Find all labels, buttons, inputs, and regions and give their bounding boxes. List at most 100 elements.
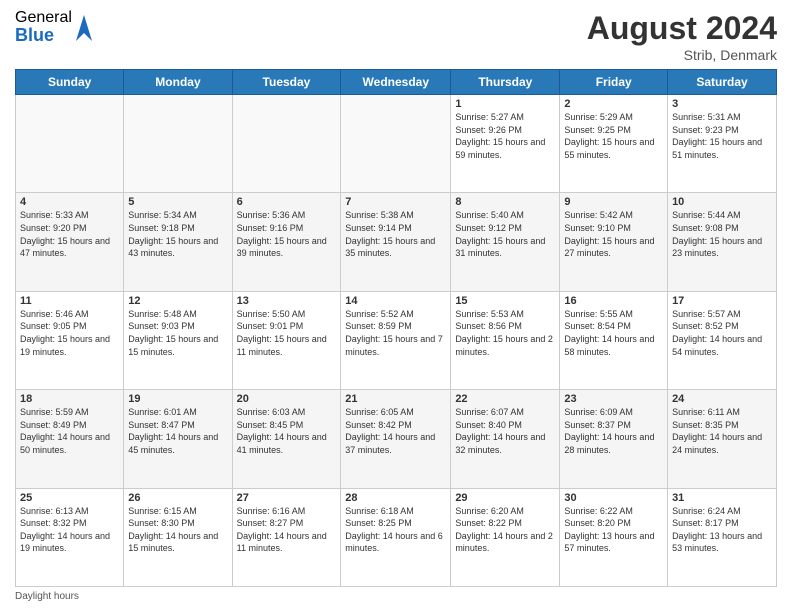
calendar-table: SundayMondayTuesdayWednesdayThursdayFrid… xyxy=(15,69,777,587)
day-info: Sunrise: 5:33 AM Sunset: 9:20 PM Dayligh… xyxy=(20,209,119,259)
logo-blue: Blue xyxy=(15,26,72,44)
day-number: 4 xyxy=(20,196,119,208)
calendar-day-cell: 27Sunrise: 6:16 AM Sunset: 8:27 PM Dayli… xyxy=(232,488,341,586)
calendar-day-cell: 9Sunrise: 5:42 AM Sunset: 9:10 PM Daylig… xyxy=(560,193,668,291)
day-info: Sunrise: 6:03 AM Sunset: 8:45 PM Dayligh… xyxy=(237,406,337,456)
day-info: Sunrise: 5:40 AM Sunset: 9:12 PM Dayligh… xyxy=(455,209,555,259)
day-info: Sunrise: 6:11 AM Sunset: 8:35 PM Dayligh… xyxy=(672,406,772,456)
day-header-thursday: Thursday xyxy=(451,70,560,95)
calendar-day-cell: 17Sunrise: 5:57 AM Sunset: 8:52 PM Dayli… xyxy=(668,291,777,389)
day-info: Sunrise: 5:27 AM Sunset: 9:26 PM Dayligh… xyxy=(455,111,555,161)
month-year: August 2024 xyxy=(587,10,777,47)
calendar-day-cell: 3Sunrise: 5:31 AM Sunset: 9:23 PM Daylig… xyxy=(668,95,777,193)
day-number: 8 xyxy=(455,196,555,208)
title-section: August 2024 Strib, Denmark xyxy=(587,10,777,63)
calendar-day-cell xyxy=(124,95,232,193)
day-info: Sunrise: 5:31 AM Sunset: 9:23 PM Dayligh… xyxy=(672,111,772,161)
logo-general: General xyxy=(15,10,72,26)
calendar-day-cell xyxy=(341,95,451,193)
day-info: Sunrise: 5:34 AM Sunset: 9:18 PM Dayligh… xyxy=(128,209,227,259)
calendar-day-cell: 23Sunrise: 6:09 AM Sunset: 8:37 PM Dayli… xyxy=(560,390,668,488)
calendar-day-cell: 1Sunrise: 5:27 AM Sunset: 9:26 PM Daylig… xyxy=(451,95,560,193)
daylight-hours-label: Daylight hours xyxy=(15,591,79,602)
calendar-day-cell: 12Sunrise: 5:48 AM Sunset: 9:03 PM Dayli… xyxy=(124,291,232,389)
calendar-day-cell: 31Sunrise: 6:24 AM Sunset: 8:17 PM Dayli… xyxy=(668,488,777,586)
day-header-tuesday: Tuesday xyxy=(232,70,341,95)
day-number: 11 xyxy=(20,295,119,307)
day-info: Sunrise: 5:42 AM Sunset: 9:10 PM Dayligh… xyxy=(564,209,663,259)
calendar-day-cell: 5Sunrise: 5:34 AM Sunset: 9:18 PM Daylig… xyxy=(124,193,232,291)
day-number: 15 xyxy=(455,295,555,307)
day-number: 6 xyxy=(237,196,337,208)
day-number: 10 xyxy=(672,196,772,208)
day-info: Sunrise: 6:05 AM Sunset: 8:42 PM Dayligh… xyxy=(345,406,446,456)
day-info: Sunrise: 6:24 AM Sunset: 8:17 PM Dayligh… xyxy=(672,505,772,555)
day-number: 2 xyxy=(564,98,663,110)
day-info: Sunrise: 6:01 AM Sunset: 8:47 PM Dayligh… xyxy=(128,406,227,456)
calendar-week-row: 11Sunrise: 5:46 AM Sunset: 9:05 PM Dayli… xyxy=(16,291,777,389)
calendar-week-row: 18Sunrise: 5:59 AM Sunset: 8:49 PM Dayli… xyxy=(16,390,777,488)
day-number: 21 xyxy=(345,393,446,405)
logo-icon xyxy=(74,13,94,41)
day-info: Sunrise: 6:09 AM Sunset: 8:37 PM Dayligh… xyxy=(564,406,663,456)
calendar-week-row: 1Sunrise: 5:27 AM Sunset: 9:26 PM Daylig… xyxy=(16,95,777,193)
calendar-day-cell: 16Sunrise: 5:55 AM Sunset: 8:54 PM Dayli… xyxy=(560,291,668,389)
day-number: 31 xyxy=(672,492,772,504)
day-info: Sunrise: 5:46 AM Sunset: 9:05 PM Dayligh… xyxy=(20,308,119,358)
day-header-friday: Friday xyxy=(560,70,668,95)
calendar-day-cell: 11Sunrise: 5:46 AM Sunset: 9:05 PM Dayli… xyxy=(16,291,124,389)
day-number: 29 xyxy=(455,492,555,504)
day-number: 7 xyxy=(345,196,446,208)
location: Strib, Denmark xyxy=(587,47,777,63)
day-number: 13 xyxy=(237,295,337,307)
calendar-day-cell: 2Sunrise: 5:29 AM Sunset: 9:25 PM Daylig… xyxy=(560,95,668,193)
day-info: Sunrise: 6:16 AM Sunset: 8:27 PM Dayligh… xyxy=(237,505,337,555)
day-number: 18 xyxy=(20,393,119,405)
day-info: Sunrise: 6:20 AM Sunset: 8:22 PM Dayligh… xyxy=(455,505,555,555)
day-info: Sunrise: 5:52 AM Sunset: 8:59 PM Dayligh… xyxy=(345,308,446,358)
logo: General Blue xyxy=(15,10,94,44)
page: General Blue August 2024 Strib, Denmark … xyxy=(0,0,792,612)
day-info: Sunrise: 5:38 AM Sunset: 9:14 PM Dayligh… xyxy=(345,209,446,259)
day-info: Sunrise: 5:53 AM Sunset: 8:56 PM Dayligh… xyxy=(455,308,555,358)
calendar-header-row: SundayMondayTuesdayWednesdayThursdayFrid… xyxy=(16,70,777,95)
calendar-day-cell: 21Sunrise: 6:05 AM Sunset: 8:42 PM Dayli… xyxy=(341,390,451,488)
day-header-monday: Monday xyxy=(124,70,232,95)
logo-text: General Blue xyxy=(15,10,72,44)
day-header-sunday: Sunday xyxy=(16,70,124,95)
calendar-day-cell: 8Sunrise: 5:40 AM Sunset: 9:12 PM Daylig… xyxy=(451,193,560,291)
calendar-day-cell xyxy=(16,95,124,193)
day-number: 28 xyxy=(345,492,446,504)
day-info: Sunrise: 6:07 AM Sunset: 8:40 PM Dayligh… xyxy=(455,406,555,456)
calendar-day-cell: 10Sunrise: 5:44 AM Sunset: 9:08 PM Dayli… xyxy=(668,193,777,291)
calendar-day-cell: 20Sunrise: 6:03 AM Sunset: 8:45 PM Dayli… xyxy=(232,390,341,488)
calendar-week-row: 4Sunrise: 5:33 AM Sunset: 9:20 PM Daylig… xyxy=(16,193,777,291)
footer: Daylight hours xyxy=(15,591,777,602)
calendar-day-cell: 13Sunrise: 5:50 AM Sunset: 9:01 PM Dayli… xyxy=(232,291,341,389)
day-number: 23 xyxy=(564,393,663,405)
day-info: Sunrise: 5:55 AM Sunset: 8:54 PM Dayligh… xyxy=(564,308,663,358)
day-info: Sunrise: 5:59 AM Sunset: 8:49 PM Dayligh… xyxy=(20,406,119,456)
day-number: 5 xyxy=(128,196,227,208)
header: General Blue August 2024 Strib, Denmark xyxy=(15,10,777,63)
calendar-day-cell: 26Sunrise: 6:15 AM Sunset: 8:30 PM Dayli… xyxy=(124,488,232,586)
day-number: 9 xyxy=(564,196,663,208)
day-header-saturday: Saturday xyxy=(668,70,777,95)
day-number: 1 xyxy=(455,98,555,110)
day-header-wednesday: Wednesday xyxy=(341,70,451,95)
day-info: Sunrise: 5:29 AM Sunset: 9:25 PM Dayligh… xyxy=(564,111,663,161)
day-number: 25 xyxy=(20,492,119,504)
day-info: Sunrise: 6:22 AM Sunset: 8:20 PM Dayligh… xyxy=(564,505,663,555)
calendar-day-cell: 28Sunrise: 6:18 AM Sunset: 8:25 PM Dayli… xyxy=(341,488,451,586)
day-info: Sunrise: 5:36 AM Sunset: 9:16 PM Dayligh… xyxy=(237,209,337,259)
calendar-day-cell: 18Sunrise: 5:59 AM Sunset: 8:49 PM Dayli… xyxy=(16,390,124,488)
calendar-week-row: 25Sunrise: 6:13 AM Sunset: 8:32 PM Dayli… xyxy=(16,488,777,586)
day-number: 24 xyxy=(672,393,772,405)
day-info: Sunrise: 6:13 AM Sunset: 8:32 PM Dayligh… xyxy=(20,505,119,555)
day-number: 19 xyxy=(128,393,227,405)
calendar-day-cell: 22Sunrise: 6:07 AM Sunset: 8:40 PM Dayli… xyxy=(451,390,560,488)
calendar-day-cell: 14Sunrise: 5:52 AM Sunset: 8:59 PM Dayli… xyxy=(341,291,451,389)
day-number: 17 xyxy=(672,295,772,307)
day-number: 27 xyxy=(237,492,337,504)
day-number: 12 xyxy=(128,295,227,307)
